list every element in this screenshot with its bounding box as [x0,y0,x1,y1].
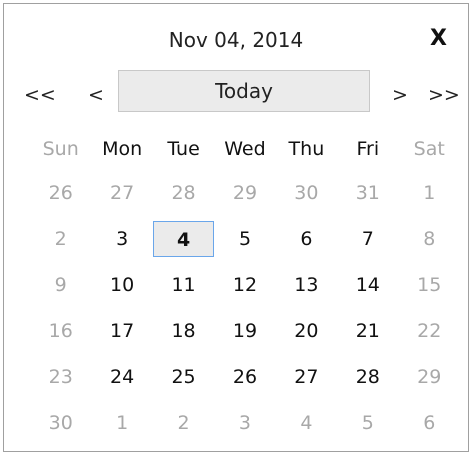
date-picker-popup: Nov 04, 2014 X << < Today > >> Sun Mon T… [3,3,469,452]
day-cell[interactable]: 3 [214,405,275,441]
day-cell[interactable]: 14 [337,267,398,303]
day-cell[interactable]: 2 [153,405,214,441]
weekday-label: Sat [413,138,445,160]
weekday-label: Sun [42,138,79,160]
day-cell[interactable]: 7 [337,221,398,257]
day-cell[interactable]: 19 [214,313,275,349]
calendar-grid: Sun Mon Tue Wed Thu Fri Sat 26 27 28 29 30 31… [30,128,460,446]
day-cell[interactable]: 31 [337,175,398,211]
day-cell[interactable]: 9 [30,267,91,303]
day-cell[interactable]: 30 [276,175,337,211]
day-cell[interactable]: 27 [276,359,337,395]
day-cell[interactable]: 17 [91,313,152,349]
day-cell[interactable]: 27 [91,175,152,211]
next-year-button[interactable]: >> [428,84,460,106]
day-cell[interactable]: 15 [399,267,460,303]
calendar-weeks: 26 27 28 29 30 31 1 2 3 4 5 6 7 8 9 10 11 12 13 14 15 16 17 18 1… [30,170,460,446]
day-cell[interactable]: 11 [153,267,214,303]
day-cell[interactable]: 26 [30,175,91,211]
previous-month-button[interactable]: < [88,84,104,106]
day-cell[interactable]: 24 [91,359,152,395]
selected-day-cell[interactable]: 4 [152,221,215,257]
day-cell[interactable]: 12 [214,267,275,303]
day-cell[interactable]: 8 [399,221,460,257]
day-cell[interactable]: 1 [91,405,152,441]
calendar-week-row: 9 10 11 12 13 14 15 [30,262,460,308]
selected-date-title: Nov 04, 2014 [168,28,304,52]
day-cell[interactable]: 4 [276,405,337,441]
day-cell[interactable]: 3 [91,221,152,257]
day-cell[interactable]: 6 [399,405,460,441]
close-button[interactable]: X [430,26,447,51]
calendar-week-row: 16 17 18 19 20 21 22 [30,308,460,354]
weekday-label: Mon [102,138,143,160]
day-cell[interactable]: 30 [30,405,91,441]
weekday-label: Wed [224,138,266,160]
day-cell[interactable]: 26 [214,359,275,395]
day-cell[interactable]: 29 [214,175,275,211]
next-month-button[interactable]: > [392,84,408,106]
weekday-label: Tue [167,138,200,160]
calendar-week-row: 26 27 28 29 30 31 1 [30,170,460,216]
day-cell[interactable]: 23 [30,359,91,395]
day-cell[interactable]: 2 [30,221,91,257]
day-cell[interactable]: 16 [30,313,91,349]
day-cell[interactable]: 5 [214,221,275,257]
day-cell[interactable]: 28 [153,175,214,211]
calendar-week-row: 2345678 [30,216,460,262]
previous-year-button[interactable]: << [24,84,56,106]
day-cell[interactable]: 29 [399,359,460,395]
day-cell[interactable]: 18 [153,313,214,349]
today-button[interactable]: Today [118,70,370,112]
weekday-header-row: Sun Mon Tue Wed Thu Fri Sat [30,128,460,170]
day-cell[interactable]: 21 [337,313,398,349]
weekday-label: Thu [288,138,325,160]
calendar-week-row: 23 24 25 26 27 28 29 [30,354,460,400]
day-cell[interactable]: 20 [276,313,337,349]
calendar-header: Nov 04, 2014 X << < Today > >> [4,4,468,112]
day-cell[interactable]: 10 [91,267,152,303]
weekday-label: Fri [356,138,380,160]
calendar-week-row: 30 1 2 3 4 5 6 [30,400,460,446]
day-cell[interactable]: 25 [153,359,214,395]
day-cell[interactable]: 1 [399,175,460,211]
day-cell[interactable]: 22 [399,313,460,349]
day-cell[interactable]: 13 [276,267,337,303]
day-cell[interactable]: 5 [337,405,398,441]
day-cell[interactable]: 28 [337,359,398,395]
day-cell[interactable]: 6 [276,221,337,257]
